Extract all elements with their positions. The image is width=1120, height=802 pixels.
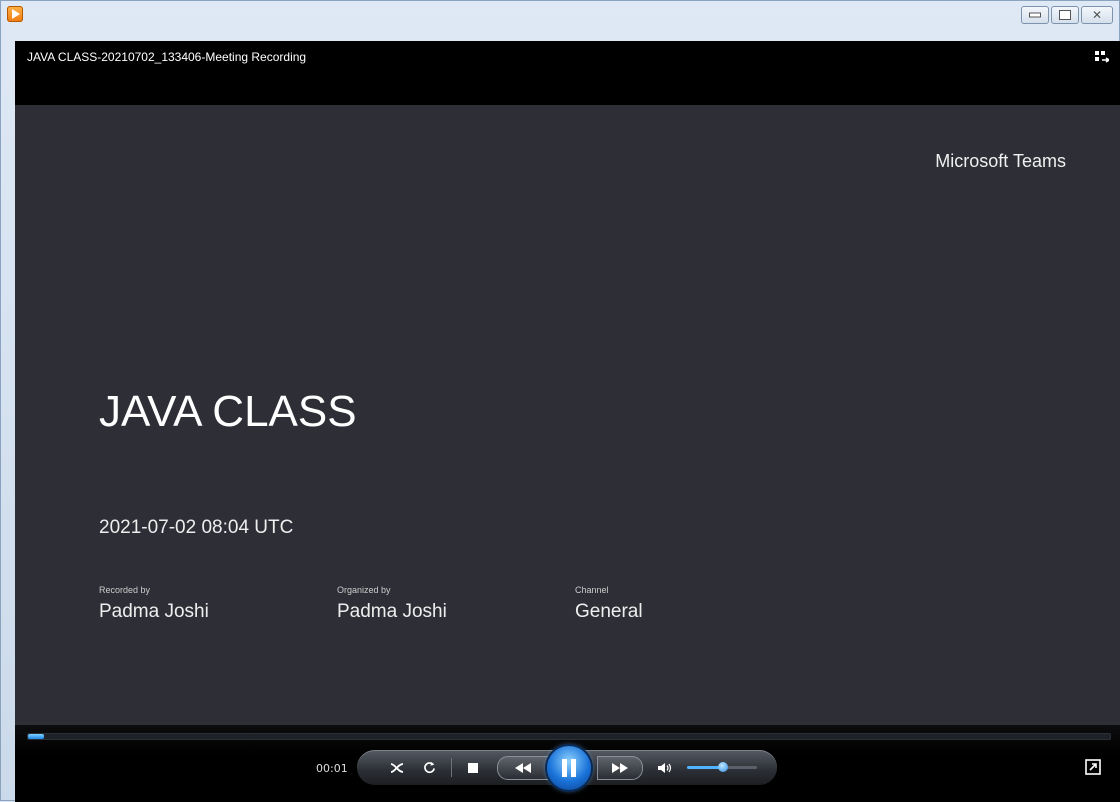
meeting-title: JAVA CLASS [99,387,357,436]
recorded-by: Recorded by Padma Joshi [99,585,209,623]
channel: Channel General [575,585,643,623]
organized-by: Organized by Padma Joshi [337,585,447,623]
previous-button[interactable] [497,756,549,780]
control-separator [451,758,452,777]
organized-by-value: Padma Joshi [337,601,447,622]
seek-progress [28,734,45,739]
shuffle-icon [390,762,404,773]
channel-label: Channel [575,585,609,595]
transport-controls [357,746,777,790]
player-window: ✕ JAVA CLASS-20210702_133406-Meeting Rec… [0,0,1120,802]
minimize-button[interactable] [1021,6,1049,24]
volume-icon [658,762,672,773]
maximize-button[interactable] [1051,6,1079,24]
brand-label: Microsoft Teams [935,151,1066,171]
maximize-icon [1059,10,1071,20]
pause-icon [562,759,576,777]
window-title: JAVA CLASS-20210702_133406-Meeting Recor… [27,50,307,64]
window-controls: ✕ [1021,6,1113,24]
stop-button[interactable] [461,750,485,785]
close-icon: ✕ [1091,8,1103,22]
next-button[interactable] [597,756,643,780]
recorded-by-label: Recorded by [99,585,151,595]
volume-slider-handle[interactable] [718,762,729,772]
video-area[interactable]: Microsoft Teams JAVA CLASS 2021-07-02 08… [15,105,1120,725]
volume-button[interactable] [653,750,677,785]
meeting-date: 2021-07-02 08:04 UTC [99,517,294,538]
repeat-button[interactable] [417,750,441,785]
close-button[interactable]: ✕ [1081,6,1113,24]
organized-by-label: Organized by [337,585,391,595]
switch-view-icon[interactable] [1095,51,1109,65]
channel-value: General [575,601,643,622]
previous-icon [515,763,531,773]
pause-button[interactable] [547,746,591,790]
media-player-app-icon[interactable] [7,6,23,22]
recorded-by-value: Padma Joshi [99,601,209,622]
seek-bar[interactable] [27,733,1111,740]
shuffle-button[interactable] [385,750,409,785]
minimize-icon [1029,12,1041,18]
elapsed-time: 00:01 [316,762,348,775]
control-bar: 00:01 [15,725,1120,802]
fullscreen-icon[interactable] [1085,759,1101,775]
title-bar: JAVA CLASS-20210702_133406-Meeting Recor… [15,41,1120,105]
next-icon [612,763,628,773]
stop-icon [468,762,478,773]
volume-slider[interactable] [687,762,757,772]
repeat-icon [423,761,435,774]
